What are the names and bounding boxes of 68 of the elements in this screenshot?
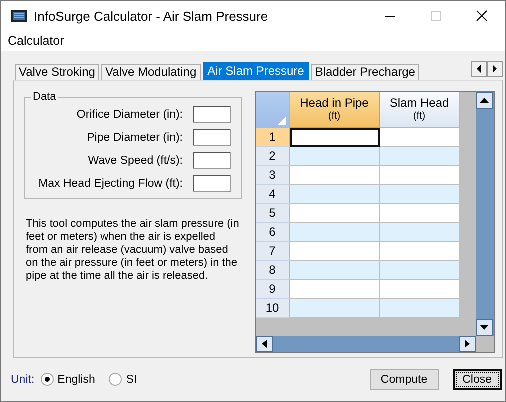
header-title: Head in Pipe — [299, 96, 370, 110]
table-cell[interactable] — [380, 260, 460, 280]
row-header[interactable]: 10 — [256, 298, 290, 318]
field-label: Max Head Ejecting Flow (ft): — [38, 178, 183, 190]
table-cell[interactable] — [290, 146, 380, 166]
scroll-up-button[interactable] — [476, 92, 493, 109]
input-field[interactable] — [193, 175, 231, 192]
input-field[interactable] — [193, 129, 231, 146]
field-label: Wave Speed (ft/s): — [88, 154, 183, 166]
input-field[interactable] — [193, 106, 231, 123]
table-cell[interactable] — [380, 222, 460, 242]
row-header[interactable]: 1 — [256, 128, 290, 146]
scroll-left-button[interactable] — [471, 61, 487, 77]
table-cell[interactable] — [290, 260, 380, 280]
row-header[interactable]: 2 — [256, 146, 290, 166]
button[interactable]: Compute — [370, 369, 439, 390]
table-cell[interactable] — [380, 280, 460, 298]
row-header[interactable]: 9 — [256, 280, 290, 298]
row-header[interactable]: 7 — [256, 242, 290, 260]
table-cell[interactable] — [290, 184, 380, 204]
input-field[interactable] — [193, 152, 231, 169]
table-cell[interactable] — [380, 184, 460, 204]
column-header[interactable]: Head in Pipe (ft) — [290, 92, 380, 128]
row-header[interactable]: 4 — [256, 184, 290, 204]
window-title: InfoSurge Calculator - Air Slam Pressure — [34, 8, 270, 24]
row-header[interactable]: 6 — [256, 222, 290, 242]
scroll-right-button[interactable] — [459, 336, 476, 352]
table-cell[interactable] — [290, 242, 380, 260]
scroll-left-button[interactable] — [256, 336, 273, 352]
row-header[interactable]: 3 — [256, 166, 290, 184]
menu-item[interactable]: Calculator — [8, 34, 64, 48]
tab[interactable]: Air Slam Pressure — [202, 62, 310, 80]
table-cell[interactable] — [380, 242, 460, 260]
field-label: Orifice Diameter (in): — [76, 108, 183, 120]
radio-option[interactable]: SI — [109, 373, 138, 386]
row-header[interactable]: 5 — [256, 204, 290, 222]
column-header[interactable]: Slam Head (ft) — [380, 92, 460, 128]
table-cell[interactable] — [380, 298, 460, 318]
table-cell[interactable] — [380, 146, 460, 166]
tab[interactable]: Valve Stroking — [15, 64, 100, 80]
table-cell[interactable] — [380, 204, 460, 222]
row-header[interactable]: 8 — [256, 260, 290, 280]
header-unit: (ft) — [412, 110, 427, 124]
corner-cell[interactable] — [256, 92, 290, 128]
group-title: Data — [31, 91, 58, 103]
table-cell[interactable] — [290, 128, 380, 146]
button[interactable]: Close — [452, 369, 502, 390]
table-cell[interactable] — [380, 166, 460, 184]
table-cell[interactable] — [290, 280, 380, 298]
app-icon — [11, 10, 27, 22]
table-cell[interactable] — [290, 298, 380, 318]
table-cell[interactable] — [290, 222, 380, 242]
vertical-scrollbar[interactable] — [476, 92, 494, 336]
field-label: Pipe Diameter (in): — [87, 132, 183, 144]
table-cell[interactable] — [290, 204, 380, 222]
description-text: This tool computes the air slam pressure (in feet or meters) when the air is expelled from an air release (vacuum) valve based on the air pressure (in feet or meters) in the pipe at the time all the air is released. — [26, 218, 240, 283]
header-title: Slam Head — [388, 96, 450, 110]
header-unit: (ft) — [327, 110, 342, 124]
tab[interactable]: Bladder Precharge — [311, 64, 420, 80]
scroll-down-button[interactable] — [476, 319, 493, 336]
tab[interactable]: Valve Modulating — [101, 64, 201, 80]
scroll-right-button[interactable] — [487, 61, 503, 77]
horizontal-scrollbar[interactable] — [256, 336, 476, 352]
table-cell[interactable] — [380, 128, 460, 146]
select-all-icon[interactable] — [278, 116, 286, 124]
unit-label: Unit: — [11, 374, 35, 386]
table-cell[interactable] — [290, 166, 380, 184]
radio-option[interactable]: English — [40, 373, 96, 386]
